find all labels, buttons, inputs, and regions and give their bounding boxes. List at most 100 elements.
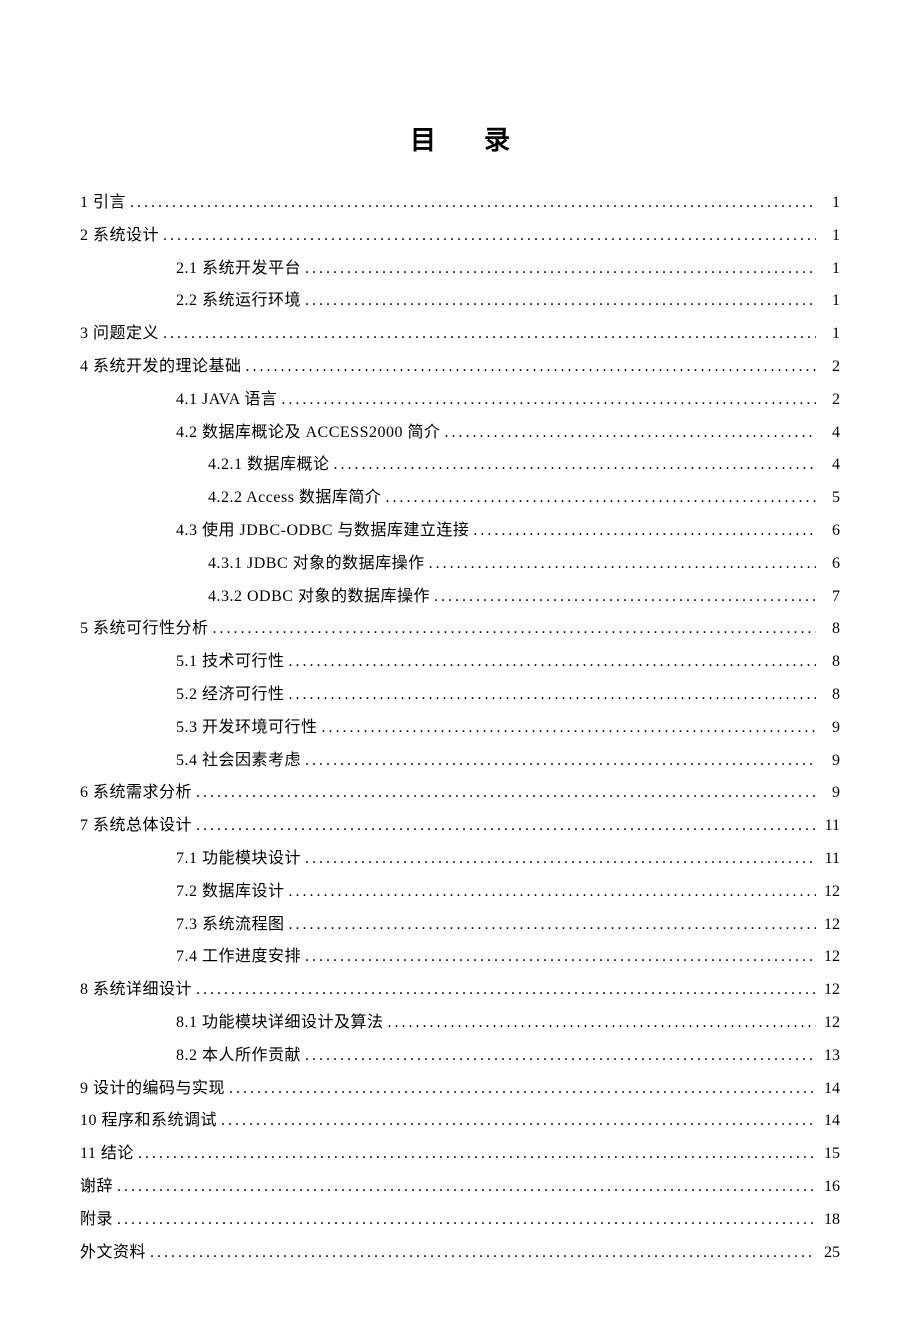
toc-title: 目录 xyxy=(80,120,840,157)
toc-entry-label: 2.2 系统运行环境 xyxy=(176,285,301,318)
toc-entry-page: 18 xyxy=(820,1204,840,1237)
toc-entry-label: 7.3 系统流程图 xyxy=(176,909,285,942)
toc-entry-label: 谢辞 xyxy=(80,1171,113,1204)
toc-entry-label: 8.1 功能模块详细设计及算法 xyxy=(176,1007,384,1040)
toc-entry-page: 15 xyxy=(820,1138,840,1171)
toc-leader-dots xyxy=(429,548,816,581)
toc-entry: 9 设计的编码与实现 14 xyxy=(80,1073,840,1106)
toc-entry-page: 25 xyxy=(820,1237,840,1270)
toc-entry: 4.3.1 JDBC 对象的数据库操作6 xyxy=(80,548,840,581)
toc-entry: 4.2.1 数据库概论4 xyxy=(80,449,840,482)
toc-entry-page: 16 xyxy=(820,1171,840,1204)
toc-entry-label: 2.1 系统开发平台 xyxy=(176,253,301,286)
toc-entry-label: 1 引言 xyxy=(80,187,126,220)
toc-entry-label: 7 系统总体设计 xyxy=(80,810,192,843)
toc-entry-label: 3 问题定义 xyxy=(80,318,159,351)
toc-leader-dots xyxy=(305,745,816,778)
toc-entry-page: 6 xyxy=(820,515,840,548)
toc-entry-label: 10 程序和系统调试 xyxy=(80,1105,217,1138)
toc-entry-page: 14 xyxy=(820,1073,840,1106)
toc-entry-label: 8.2 本人所作贡献 xyxy=(176,1040,301,1073)
toc-leader-dots xyxy=(117,1204,816,1237)
toc-entry-label: 4.2.1 数据库概论 xyxy=(208,449,330,482)
toc-entry-page: 11 xyxy=(820,810,840,843)
toc-entry: 谢辞 16 xyxy=(80,1171,840,1204)
toc-leader-dots xyxy=(196,777,816,810)
toc-leader-dots xyxy=(385,482,816,515)
toc-leader-dots xyxy=(388,1007,816,1040)
toc-entry: 4.2 数据库概论及 ACCESS2000 简介4 xyxy=(80,417,840,450)
toc-entry: 7 系统总体设计 11 xyxy=(80,810,840,843)
toc-entry-label: 2 系统设计 xyxy=(80,220,159,253)
toc-entry-page: 12 xyxy=(820,876,840,909)
toc-leader-dots xyxy=(289,876,816,909)
toc-entry-page: 2 xyxy=(820,384,840,417)
toc-container: 1 引言 1 2 系统设计 1 2.1 系统开发平台 1 2.2 系统运行环境 1 3 问题定义… xyxy=(80,187,840,1269)
toc-entry-page: 9 xyxy=(820,745,840,778)
toc-entry: 7.3 系统流程图 12 xyxy=(80,909,840,942)
toc-leader-dots xyxy=(117,1171,816,1204)
toc-leader-dots xyxy=(305,285,816,318)
toc-entry-label: 4.3 使用 JDBC-ODBC 与数据库建立连接 xyxy=(176,515,469,548)
toc-entry-page: 9 xyxy=(820,712,840,745)
toc-entry-label: 4.2.2 Access 数据库简介 xyxy=(208,482,381,515)
toc-leader-dots xyxy=(305,1040,816,1073)
toc-leader-dots xyxy=(150,1237,816,1270)
toc-entry-label: 4.2 数据库概论及 ACCESS2000 简介 xyxy=(176,417,440,450)
toc-entry: 7.4 工作进度安排12 xyxy=(80,941,840,974)
toc-entry: 4.2.2 Access 数据库简介 5 xyxy=(80,482,840,515)
toc-entry-page: 9 xyxy=(820,777,840,810)
toc-entry-page: 1 xyxy=(820,318,840,351)
toc-leader-dots xyxy=(305,843,816,876)
toc-leader-dots xyxy=(305,253,816,286)
toc-entry: 5 系统可行性分析 8 xyxy=(80,613,840,646)
toc-entry-page: 12 xyxy=(820,909,840,942)
toc-leader-dots xyxy=(305,941,816,974)
toc-entry: 8.2 本人所作贡献 13 xyxy=(80,1040,840,1073)
toc-entry: 11 结论 15 xyxy=(80,1138,840,1171)
toc-leader-dots xyxy=(138,1138,816,1171)
toc-entry-label: 7.2 数据库设计 xyxy=(176,876,285,909)
toc-entry: 8.1 功能模块详细设计及算法 12 xyxy=(80,1007,840,1040)
toc-leader-dots xyxy=(196,810,816,843)
toc-leader-dots xyxy=(196,974,816,1007)
toc-entry-label: 4.3.1 JDBC 对象的数据库操作 xyxy=(208,548,425,581)
toc-entry-label: 5 系统可行性分析 xyxy=(80,613,209,646)
toc-entry: 7.2 数据库设计 12 xyxy=(80,876,840,909)
toc-entry: 4 系统开发的理论基础2 xyxy=(80,351,840,384)
toc-entry: 外文资料 25 xyxy=(80,1237,840,1270)
toc-leader-dots xyxy=(334,449,816,482)
toc-entry-label: 9 设计的编码与实现 xyxy=(80,1073,225,1106)
toc-leader-dots xyxy=(289,679,816,712)
toc-entry-page: 5 xyxy=(820,482,840,515)
toc-entry-label: 4.3.2 ODBC 对象的数据库操作 xyxy=(208,581,430,614)
toc-entry-label: 外文资料 xyxy=(80,1237,146,1270)
toc-entry-page: 13 xyxy=(820,1040,840,1073)
toc-entry-page: 12 xyxy=(820,1007,840,1040)
toc-entry-page: 1 xyxy=(820,187,840,220)
toc-leader-dots xyxy=(213,613,816,646)
toc-entry: 2.1 系统开发平台 1 xyxy=(80,253,840,286)
toc-entry-label: 4 系统开发的理论基础 xyxy=(80,351,242,384)
toc-entry: 1 引言 1 xyxy=(80,187,840,220)
toc-entry-label: 5.4 社会因素考虑 xyxy=(176,745,301,778)
toc-leader-dots xyxy=(289,646,816,679)
toc-entry-page: 14 xyxy=(820,1105,840,1138)
toc-entry-page: 1 xyxy=(820,253,840,286)
toc-leader-dots xyxy=(246,351,816,384)
toc-leader-dots xyxy=(434,581,816,614)
toc-entry-page: 7 xyxy=(820,581,840,614)
toc-entry-label: 7.1 功能模块设计 xyxy=(176,843,301,876)
document-page: 目录 1 引言 1 2 系统设计 1 2.1 系统开发平台 1 2.2 系统运行环境 1 3 问… xyxy=(0,0,920,1329)
toc-entry-page: 1 xyxy=(820,285,840,318)
toc-entry-page: 12 xyxy=(820,941,840,974)
toc-leader-dots xyxy=(322,712,816,745)
toc-entry-page: 8 xyxy=(820,613,840,646)
toc-entry: 5.1 技术可行性8 xyxy=(80,646,840,679)
toc-entry-label: 11 结论 xyxy=(80,1138,134,1171)
toc-entry: 4.3 使用 JDBC-ODBC 与数据库建立连接 6 xyxy=(80,515,840,548)
toc-leader-dots xyxy=(229,1073,816,1106)
toc-entry-page: 1 xyxy=(820,220,840,253)
toc-entry-label: 5.2 经济可行性 xyxy=(176,679,285,712)
toc-entry-label: 4.1 JAVA 语言 xyxy=(176,384,277,417)
